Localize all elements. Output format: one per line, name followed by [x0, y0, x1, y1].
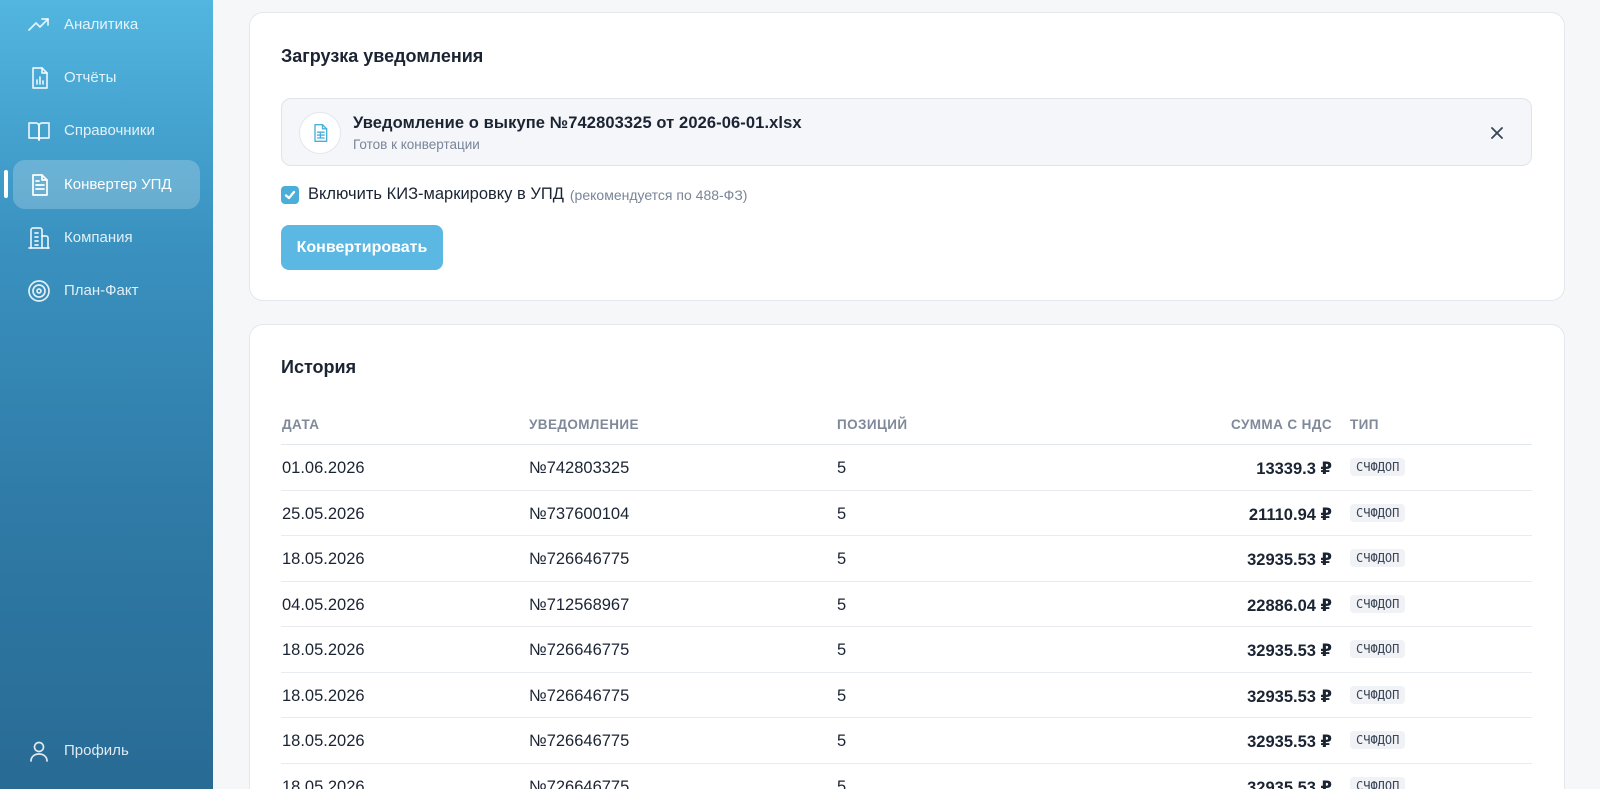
row-sum: 21110.94 ₽: [1248, 505, 1332, 524]
row-positions: 5: [837, 777, 847, 789]
table-body: 01.06.2026 №742803325 5 13339.3 ₽ СЧФДОП…: [281, 445, 1532, 789]
row-date: 18.05.2026: [282, 686, 365, 705]
table-row[interactable]: 18.05.2026 №726646775 5 32935.53 ₽ СЧФДО…: [281, 764, 1532, 789]
kiz-checkbox[interactable]: [281, 185, 299, 204]
row-date: 25.05.2026: [282, 504, 365, 523]
sidebar-item-label: План-Факт: [64, 282, 139, 299]
row-positions: 5: [837, 732, 847, 750]
row-date: 01.06.2026: [282, 459, 365, 477]
row-type-badge: СЧФДОП: [1350, 640, 1406, 658]
row-notice: №712568967: [529, 595, 630, 614]
row-notice: №726646775: [529, 550, 630, 568]
file-status: Готов к конвертации: [353, 137, 480, 152]
sidebar-item-label: Отчёты: [64, 69, 117, 86]
row-type-badge: СЧФДОП: [1350, 458, 1406, 476]
kiz-checkbox-label[interactable]: Включить КИЗ-маркировку в УПД: [308, 185, 564, 204]
row-sum: 22886.04 ₽: [1247, 596, 1332, 615]
row-sum: 32935.53 ₽: [1247, 778, 1332, 789]
column-header-positions[interactable]: ПОЗИЦИЙ: [837, 417, 907, 432]
table-row[interactable]: 18.05.2026 №726646775 5 32935.53 ₽ СЧФДО…: [281, 627, 1532, 673]
close-icon: [1491, 127, 1503, 139]
table-row[interactable]: 25.05.2026 №737600104 5 21110.94 ₽ СЧФДО…: [281, 491, 1532, 536]
row-date: 04.05.2026: [282, 595, 365, 614]
row-type-badge: СЧФДОП: [1350, 731, 1406, 749]
row-date: 18.05.2026: [282, 550, 365, 568]
row-type-badge: СЧФДОП: [1350, 594, 1406, 613]
history-card: История ДАТА УВЕДОМЛЕНИЕ ПОЗИЦИЙ СУММА С…: [249, 324, 1565, 789]
uploaded-file: Уведомление о выкупе №742803325 от 2026-…: [281, 98, 1532, 166]
history-table: ДАТА УВЕДОМЛЕНИЕ ПОЗИЦИЙ СУММА С НДС ТИП…: [281, 405, 1532, 789]
history-title: История: [281, 357, 357, 377]
convert-button[interactable]: Конвертировать: [281, 225, 443, 270]
table-row[interactable]: 01.06.2026 №742803325 5 13339.3 ₽ СЧФДОП: [281, 445, 1532, 491]
row-notice: №726646775: [529, 777, 630, 789]
row-date: 18.05.2026: [282, 641, 365, 659]
table-row[interactable]: 18.05.2026 №726646775 5 32935.53 ₽ СЧФДО…: [281, 673, 1532, 718]
file-name: Уведомление о выкупе №742803325 от 2026-…: [353, 114, 802, 132]
book-open-icon: [26, 118, 52, 144]
upload-card: Загрузка уведомления Уведомление о выкуп…: [249, 12, 1565, 301]
row-notice: №726646775: [529, 732, 630, 750]
row-positions: 5: [837, 459, 847, 477]
active-indicator: [4, 170, 8, 198]
sidebar-item-label: Конвертер УПД: [64, 176, 172, 193]
table-row[interactable]: 18.05.2026 №726646775 5 32935.53 ₽ СЧФДО…: [281, 718, 1532, 764]
column-header-sum[interactable]: СУММА С НДС: [1231, 417, 1332, 432]
sidebar-item-plan-fact[interactable]: План-Факт: [13, 266, 200, 315]
row-notice: №737600104: [529, 504, 630, 523]
row-positions: 5: [837, 595, 847, 614]
sidebar-item-upd-converter[interactable]: Конвертер УПД: [13, 160, 200, 209]
report-chart-icon: [26, 65, 52, 91]
row-sum: 13339.3 ₽: [1256, 460, 1332, 478]
sidebar-item-label: Аналитика: [64, 16, 139, 33]
target-icon: [26, 278, 52, 304]
trend-up-icon: [26, 12, 52, 38]
column-header-notice[interactable]: УВЕДОМЛЕНИЕ: [529, 417, 639, 432]
user-icon: [26, 738, 52, 764]
row-positions: 5: [837, 641, 847, 659]
row-positions: 5: [837, 686, 847, 705]
check-icon: [284, 190, 296, 199]
remove-file-button[interactable]: [1485, 121, 1509, 145]
sidebar: Аналитика Отчёты Справочники Конвертер У…: [0, 0, 213, 789]
row-type-badge: СЧФДОП: [1350, 685, 1406, 704]
column-header-type[interactable]: ТИП: [1350, 417, 1379, 432]
row-sum: 32935.53 ₽: [1247, 551, 1332, 569]
row-date: 18.05.2026: [282, 777, 365, 789]
row-notice: №742803325: [529, 459, 630, 477]
row-sum: 32935.53 ₽: [1247, 687, 1332, 706]
row-sum: 32935.53 ₽: [1247, 733, 1332, 751]
sidebar-item-profile[interactable]: Профиль: [13, 726, 200, 775]
building-icon: [26, 225, 52, 251]
spreadsheet-file-icon: [299, 112, 341, 154]
sidebar-item-label: Компания: [64, 229, 133, 246]
row-positions: 5: [837, 504, 847, 523]
upload-title: Загрузка уведомления: [281, 46, 484, 66]
kiz-checkbox-hint: (рекомендуется по 488-ФЗ): [569, 186, 748, 203]
sidebar-item-directories[interactable]: Справочники: [13, 106, 200, 155]
row-positions: 5: [837, 550, 847, 568]
sidebar-item-reports[interactable]: Отчёты: [13, 53, 200, 102]
row-type-badge: СЧФДОП: [1350, 549, 1406, 567]
document-icon: [26, 172, 52, 198]
table-row[interactable]: 18.05.2026 №726646775 5 32935.53 ₽ СЧФДО…: [281, 536, 1532, 582]
row-notice: №726646775: [529, 686, 630, 705]
sidebar-item-label: Профиль: [64, 742, 129, 759]
sidebar-item-analytics[interactable]: Аналитика: [13, 0, 200, 49]
column-header-date[interactable]: ДАТА: [282, 417, 319, 432]
row-notice: №726646775: [529, 641, 630, 659]
table-row[interactable]: 04.05.2026 №712568967 5 22886.04 ₽ СЧФДО…: [281, 582, 1532, 627]
row-type-badge: СЧФДОП: [1350, 503, 1406, 522]
sidebar-item-label: Справочники: [64, 122, 155, 139]
row-type-badge: СЧФДОП: [1350, 776, 1406, 789]
row-sum: 32935.53 ₽: [1247, 642, 1332, 660]
table-header: ДАТА УВЕДОМЛЕНИЕ ПОЗИЦИЙ СУММА С НДС ТИП: [281, 405, 1532, 445]
row-date: 18.05.2026: [282, 732, 365, 750]
kiz-option: Включить КИЗ-маркировку в УПД (рекоменду…: [281, 185, 747, 204]
sidebar-item-company[interactable]: Компания: [13, 213, 200, 262]
